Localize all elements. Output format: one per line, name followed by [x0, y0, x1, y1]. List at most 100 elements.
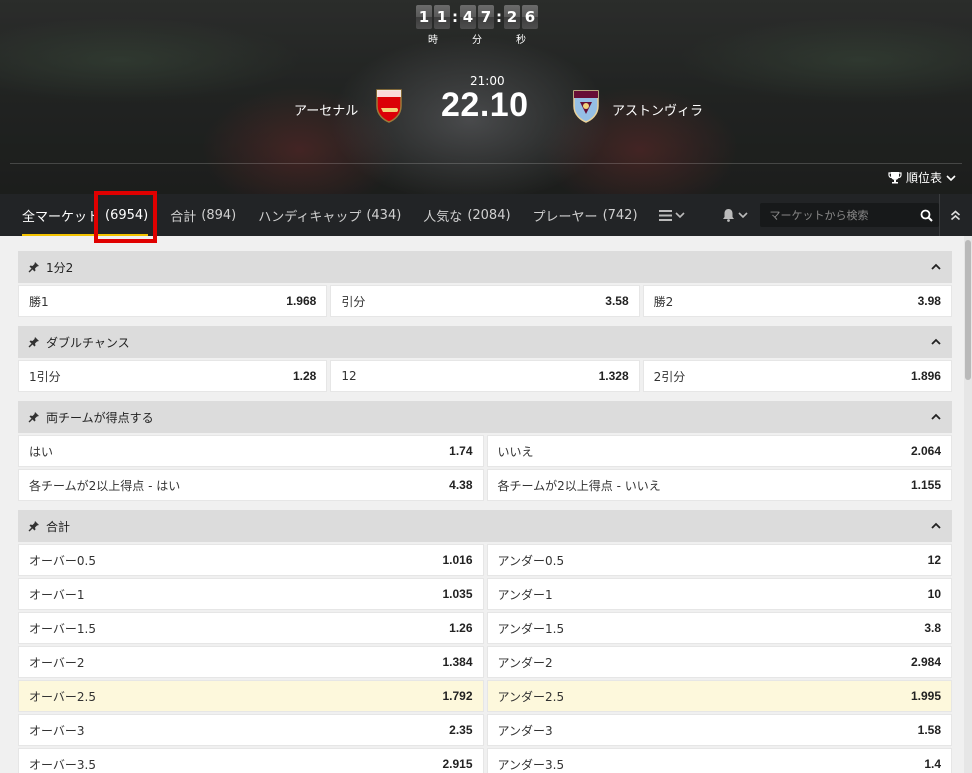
outcome-price: 1.328 [598, 369, 629, 383]
tab-players[interactable]: プレーヤー (742) [522, 194, 649, 236]
chevron-up-icon[interactable] [930, 520, 942, 532]
scrollbar[interactable] [964, 236, 972, 773]
countdown-minutes: 4 7 分 [460, 5, 494, 46]
odds-button[interactable]: 各チームが2以上得点 - はい 4.38 [18, 469, 484, 501]
odds-row-highlighted: オーバー2.5 1.792 アンダー2.5 1.995 [18, 680, 952, 712]
odds-button[interactable]: アンダー1 10 [486, 578, 952, 610]
odds-button[interactable]: アンダー1.5 3.8 [486, 612, 952, 644]
odds-button[interactable]: オーバー3 2.35 [18, 714, 484, 746]
away-team-name[interactable]: アストンヴィラ [612, 100, 703, 119]
tab-handicap[interactable]: ハンディキャップ (434) [247, 194, 412, 236]
outcome-label: アンダー3.5 [497, 757, 565, 772]
digit: 4 [460, 5, 476, 29]
standings-button[interactable]: 順位表 [888, 169, 956, 186]
digit: 1 [434, 5, 450, 29]
outcome-price: 2.064 [910, 444, 941, 458]
chevron-down-icon [737, 212, 748, 219]
chevron-up-icon[interactable] [930, 411, 942, 423]
pin-icon[interactable] [28, 261, 42, 273]
odds-button[interactable]: オーバー2 1.384 [18, 646, 484, 678]
scrollbar-thumb[interactable] [965, 240, 971, 380]
odds-button[interactable]: いいえ 2.064 [486, 435, 952, 467]
market-header[interactable]: ダブルチャンス [18, 326, 952, 358]
tab-count: (6954) [105, 207, 149, 223]
tab-popular[interactable]: 人気な (2084) [412, 194, 521, 236]
tab-count: (434) [366, 207, 402, 223]
pin-icon[interactable] [28, 520, 42, 532]
notifications-menu[interactable] [712, 194, 758, 236]
odds-row: 1引分 1.28 12 1.328 2引分 1.896 [18, 360, 952, 392]
outcome-label: アンダー1 [497, 587, 553, 602]
market-both-teams-to-score: 両チームが得点する はい 1.74 いいえ 2.064 各チームが2以上得点 - は… [18, 401, 952, 501]
odds-button[interactable]: 勝2 3.98 [642, 285, 952, 317]
home-team-name[interactable]: アーセナル [294, 100, 358, 119]
odds-button[interactable]: アンダー2.5 1.995 [486, 680, 952, 712]
odds-button[interactable]: 2引分 1.896 [642, 360, 952, 392]
collapse-all-button[interactable] [938, 194, 972, 236]
odds-row: 各チームが2以上得点 - はい 4.38 各チームが2以上得点 - いいえ 1.15… [18, 469, 952, 501]
odds-button[interactable]: 1引分 1.28 [18, 360, 328, 392]
outcome-label: オーバー1.5 [29, 621, 96, 636]
market-search-input[interactable] [769, 208, 920, 222]
outcome-price: 2.915 [442, 757, 473, 771]
minutes-label: 分 [472, 35, 482, 46]
odds-row: オーバー0.5 1.016 アンダー0.5 12 [18, 544, 952, 576]
outcome-price: 2.35 [449, 723, 473, 737]
market-totals: 合計 オーバー0.5 1.016 アンダー0.5 12 オーバー1 1.035 アンダ… [18, 510, 952, 773]
odds-button[interactable]: オーバー2.5 1.792 [18, 680, 484, 712]
odds-button[interactable]: 引分 3.58 [330, 285, 640, 317]
more-markets-menu[interactable] [649, 194, 695, 236]
outcome-price: 1.016 [442, 553, 473, 567]
tab-count: (742) [602, 207, 638, 223]
outcome-label: オーバー3.5 [29, 757, 96, 772]
odds-button[interactable]: オーバー1 1.035 [18, 578, 484, 610]
tab-all-markets[interactable]: 全マーケット (6954) [0, 194, 159, 236]
market-1x2: 1分2 勝1 1.968 引分 3.58 勝2 3.98 [18, 251, 952, 317]
outcome-label: いいえ [497, 444, 534, 459]
outcome-label: 2引分 [653, 369, 686, 384]
odds-row: はい 1.74 いいえ 2.064 [18, 435, 952, 467]
colon: : [452, 8, 458, 26]
tab-totals[interactable]: 合計 (894) [159, 194, 247, 236]
odds-button[interactable]: 勝1 1.968 [18, 285, 328, 317]
odds-row: 勝1 1.968 引分 3.58 勝2 3.98 [18, 285, 952, 317]
odds-button[interactable]: オーバー0.5 1.016 [18, 544, 484, 576]
odds-button[interactable]: アンダー2 2.984 [486, 646, 952, 678]
outcome-label: アンダー2.5 [497, 689, 565, 704]
search-icon[interactable] [920, 209, 933, 222]
pin-icon[interactable] [28, 336, 42, 348]
outcome-price: 12 [927, 553, 941, 567]
market-title: ダブルチャンス [46, 335, 130, 350]
odds-button[interactable]: アンダー0.5 12 [486, 544, 952, 576]
odds-button[interactable]: アンダー3 1.58 [486, 714, 952, 746]
odds-button[interactable]: オーバー3.5 2.915 [18, 748, 484, 773]
outcome-label: はい [29, 444, 54, 459]
market-header[interactable]: 1分2 [18, 251, 952, 283]
odds-button[interactable]: 12 1.328 [330, 360, 640, 392]
odds-button[interactable]: 各チームが2以上得点 - いいえ 1.155 [486, 469, 952, 501]
outcome-price: 3.98 [917, 294, 941, 308]
chevron-up-icon[interactable] [930, 336, 942, 348]
outcome-price: 1.74 [449, 444, 473, 458]
odds-button[interactable]: アンダー3.5 1.4 [486, 748, 952, 773]
market-header[interactable]: 両チームが得点する [18, 401, 952, 433]
tab-count: (2084) [467, 207, 511, 223]
chevron-up-icon[interactable] [930, 261, 942, 273]
outcome-label: オーバー0.5 [29, 553, 96, 568]
odds-button[interactable]: オーバー1.5 1.26 [18, 612, 484, 644]
digit: 7 [478, 5, 494, 29]
outcome-price: 1.4 [924, 757, 941, 771]
market-header[interactable]: 合計 [18, 510, 952, 542]
outcome-label: アンダー3 [497, 723, 553, 738]
outcome-label: アンダー2 [497, 655, 553, 670]
outcome-label: 1引分 [29, 369, 61, 384]
pin-icon[interactable] [28, 411, 42, 423]
outcome-price: 1.896 [910, 369, 941, 383]
odds-button[interactable]: はい 1.74 [18, 435, 484, 467]
outcome-price: 3.8 [924, 621, 941, 635]
outcome-label: 勝1 [29, 294, 49, 309]
tab-label: 全マーケット [22, 209, 101, 225]
hours-label: 時 [428, 35, 438, 46]
outcome-label: 勝2 [653, 294, 674, 309]
market-title: 合計 [46, 519, 71, 534]
